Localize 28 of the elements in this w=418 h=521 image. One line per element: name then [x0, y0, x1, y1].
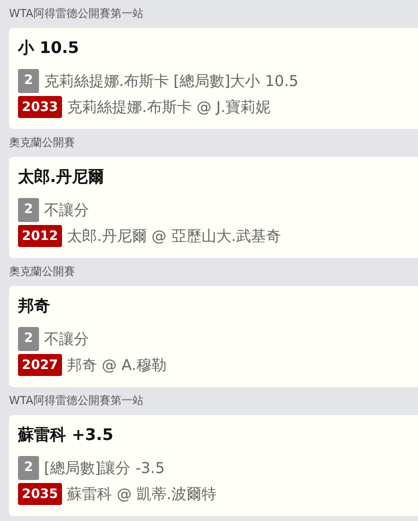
selection-title: 邦奇: [18, 295, 51, 317]
selection-title: 蘇雷科 +3.5: [18, 424, 114, 446]
bet-card[interactable]: 太郎.丹尼爾 2 不讓分 2012 太郎.丹尼爾 @ 亞歷山大.武基奇: [9, 157, 418, 258]
bet-card[interactable]: 蘇雷科 +3.5 2 [總局數]讓分 -3.5 2035 蘇雷科 @ 凱蒂.波爾特: [9, 415, 418, 516]
match-text: 邦奇 @ A.穆勒: [67, 355, 166, 376]
league-name: 奧克蘭公開賽: [8, 264, 76, 280]
selection-title: 小 10.5: [18, 37, 80, 59]
bet-card[interactable]: 小 10.5 2 克莉絲提娜.布斯卡 [總局數]大小 10.5 2033 克莉絲提娜.布斯卡 @ J.寶莉妮: [9, 28, 418, 129]
odds-badge: 2: [18, 69, 39, 93]
match-code-badge: 2035: [18, 483, 62, 506]
match-code-badge: 2033: [18, 96, 62, 118]
match-text: 太郎.丹尼爾 @ 亞歷山大.武基奇: [67, 226, 282, 247]
market-text: 克莉絲提娜.布斯卡 [總局數]大小 10.5: [44, 70, 298, 92]
odds-badge: 2: [18, 327, 39, 351]
bet-card[interactable]: 邦奇 2 不讓分 2027 邦奇 @ A.穆勒: [9, 286, 418, 387]
market-text: [總局數]讓分 -3.5: [44, 458, 165, 479]
odds-badge: 2: [18, 198, 39, 222]
match-text: 蘇雷科 @ 凱蒂.波爾特: [67, 484, 216, 505]
odds-badge: 2: [18, 456, 39, 480]
match-code-badge: 2012: [18, 225, 62, 248]
league-name: 奧克蘭公開賽: [8, 135, 76, 151]
match-code-badge: 2027: [18, 354, 62, 376]
selection-title: 太郎.丹尼爾: [18, 166, 106, 188]
league-name: WTA阿得雷德公開賽第一站: [8, 393, 144, 409]
market-text: 不讓分: [44, 200, 89, 221]
league-name: WTA阿得雷德公開賽第一站: [8, 6, 144, 22]
market-text: 不讓分: [44, 328, 89, 350]
match-text: 克莉絲提娜.布斯卡 @ J.寶莉妮: [67, 97, 270, 118]
